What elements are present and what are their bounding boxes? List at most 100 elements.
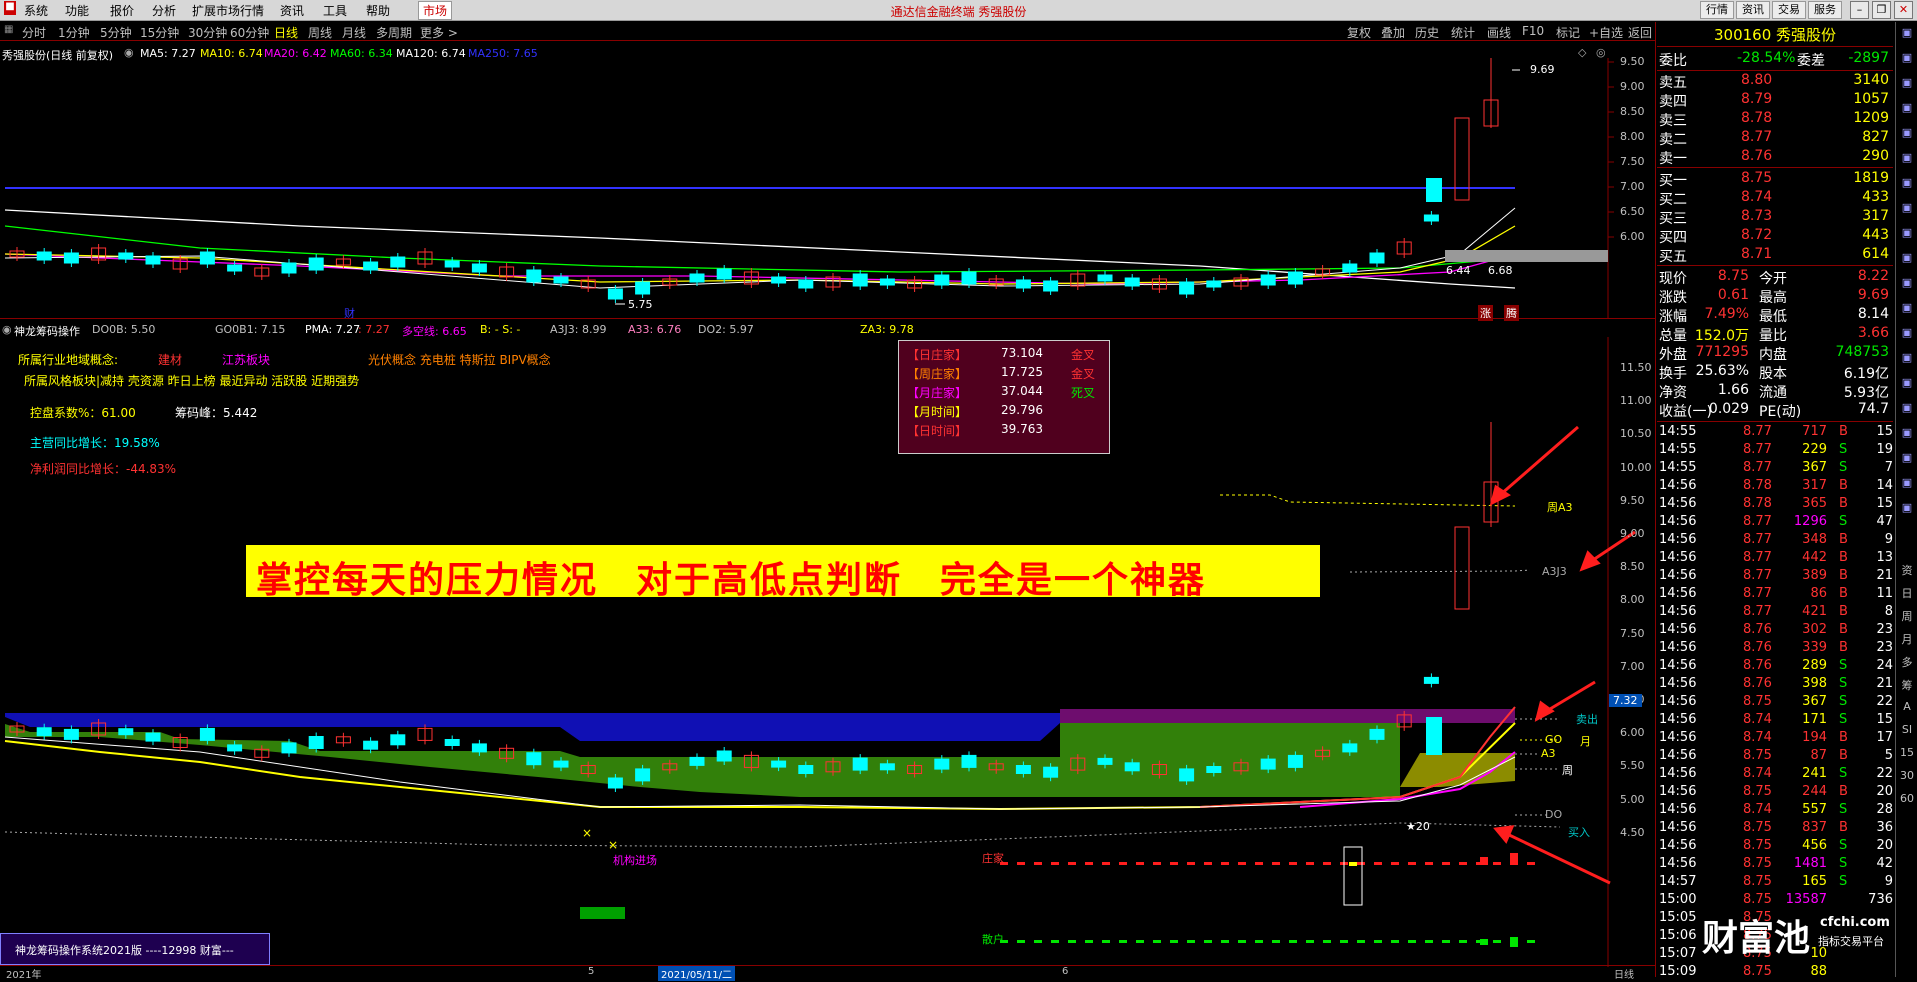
sidebar-tab[interactable]: SI	[1899, 723, 1915, 736]
go-label: GO	[1545, 733, 1563, 746]
dealer-signal: 死叉	[1071, 386, 1096, 400]
period-weekly[interactable]: 周线	[308, 24, 332, 41]
sidebar-tab[interactable]: 60	[1899, 792, 1915, 805]
overlay-button[interactable]: 叠加	[1381, 24, 1405, 41]
sidebar-tool-icon[interactable]: ▣	[1899, 76, 1915, 89]
sidebar-tool-icon[interactable]: ▣	[1899, 176, 1915, 189]
tick-price: 8.74	[1743, 730, 1772, 745]
sidebar-tool-icon[interactable]: ▣	[1899, 226, 1915, 239]
menu-analysis[interactable]: 分析	[152, 2, 176, 19]
tick-time: 14:56	[1659, 748, 1697, 763]
sidebar-tool-icon[interactable]: ▣	[1899, 476, 1915, 489]
add-watchlist-button[interactable]: +自选	[1589, 24, 1623, 41]
period-1min[interactable]: 1分钟	[58, 24, 90, 41]
dealer-dash	[1425, 862, 1433, 865]
close-icon[interactable]: ✕	[1894, 1, 1913, 19]
tick-price: 8.77	[1743, 604, 1772, 619]
quote-button[interactable]: 行情	[1700, 1, 1734, 19]
mark-button[interactable]: 标记	[1556, 24, 1580, 41]
dealer-dash	[1221, 862, 1229, 865]
tick-volume: 87	[1810, 748, 1827, 763]
dealer-dash	[1306, 862, 1314, 865]
menu-function[interactable]: 功能	[65, 2, 89, 19]
period-more[interactable]: 更多 >	[420, 24, 458, 41]
history-button[interactable]: 历史	[1415, 24, 1439, 41]
sidebar-tool-icon[interactable]: ▣	[1899, 376, 1915, 389]
sidebar-tool-icon[interactable]: ▣	[1899, 151, 1915, 164]
back-button[interactable]: 返回	[1628, 24, 1652, 41]
menu-quote[interactable]: 报价	[110, 2, 134, 19]
style-line: 所属风格板块|减持 壳资源 昨日上榜 最近异动 活跃股 近期强势	[24, 374, 360, 388]
sidebar-tool-icon[interactable]: ▣	[1899, 501, 1915, 514]
sidebar-tool-icon[interactable]: ▣	[1899, 26, 1915, 39]
period-5min[interactable]: 5分钟	[100, 24, 132, 41]
tick-row: 14:57 8.75 165 S 9	[1659, 874, 1895, 892]
sidebar-tool-icon[interactable]: ▣	[1899, 251, 1915, 264]
sidebar-tab[interactable]: 日	[1899, 585, 1915, 601]
adjust-button[interactable]: 复权	[1347, 24, 1371, 41]
x-axis-start: 2021年	[6, 970, 42, 981]
tick-volume: 421	[1802, 604, 1827, 619]
sidebar-tool-icon[interactable]: ▣	[1899, 451, 1915, 464]
sidebar-tab[interactable]: 多	[1899, 654, 1915, 670]
dealer-dash	[1204, 862, 1212, 865]
dealer-dash	[1102, 862, 1110, 865]
menu-market[interactable]: 市场	[418, 1, 453, 20]
sidebar-tab[interactable]: 资	[1899, 562, 1915, 578]
service-button[interactable]: 服务	[1808, 1, 1842, 19]
menu-news[interactable]: 资讯	[280, 2, 304, 19]
sidebar-tool-icon[interactable]: ▣	[1899, 201, 1915, 214]
stats-button[interactable]: 统计	[1451, 24, 1475, 41]
sidebar-tool-icon[interactable]: ▣	[1899, 301, 1915, 314]
menu-help[interactable]: 帮助	[366, 2, 390, 19]
dealer-key: 【日时间】	[907, 424, 968, 438]
a3-label: A3	[1541, 747, 1556, 760]
sidebar-tab[interactable]: 30	[1899, 769, 1915, 782]
tick-price: 8.77	[1743, 442, 1772, 457]
tick-count: 19	[1876, 442, 1893, 457]
period-15min[interactable]: 15分钟	[140, 24, 179, 41]
sidebar-tool-icon[interactable]: ▣	[1899, 401, 1915, 414]
a3j3-value: A3J3: 8.99	[550, 323, 607, 336]
tick-side: B	[1839, 820, 1848, 835]
app-logo-icon[interactable]: ■	[4, 1, 16, 15]
tick-count: 23	[1876, 640, 1893, 655]
f10-button[interactable]: F10	[1522, 24, 1544, 38]
tick-row: 14:56 8.78 365 B 15	[1659, 496, 1895, 514]
tick-volume: 86	[1810, 586, 1827, 601]
sidebar-tab[interactable]: 周	[1899, 608, 1915, 624]
tick-row: 14:56 8.75 1481 S 42	[1659, 856, 1895, 874]
sidebar-tool-icon[interactable]: ▣	[1899, 51, 1915, 64]
period-30min[interactable]: 30分钟	[188, 24, 227, 41]
sidebar-tab[interactable]: 月	[1899, 631, 1915, 647]
sidebar-tool-icon[interactable]: ▣	[1899, 426, 1915, 439]
x-axis-tick-1: 5	[588, 966, 595, 977]
sidebar-tab[interactable]: 15	[1899, 746, 1915, 759]
menu-extended-market[interactable]: 扩展市场行情	[192, 2, 264, 19]
menu-tools[interactable]: 工具	[323, 2, 347, 19]
level-volume: 1057	[1853, 91, 1889, 107]
indicator-tick: 8.50	[1620, 560, 1645, 574]
tick-time: 15:00	[1659, 892, 1697, 907]
grid-icon[interactable]: ▦	[4, 24, 13, 35]
sidebar-tool-icon[interactable]: ▣	[1899, 101, 1915, 114]
period-multi[interactable]: 多周期	[376, 24, 412, 41]
indicator-settings-icon[interactable]: ◉	[2, 323, 12, 336]
draw-button[interactable]: 画线	[1487, 24, 1511, 41]
sidebar-tool-icon[interactable]: ▣	[1899, 126, 1915, 139]
sidebar-tool-icon[interactable]: ▣	[1899, 276, 1915, 289]
period-60min[interactable]: 60分钟	[230, 24, 269, 41]
period-monthly[interactable]: 月线	[342, 24, 366, 41]
trade-button[interactable]: 交易	[1772, 1, 1806, 19]
period-intraday[interactable]: 分时	[22, 24, 46, 41]
tick-time: 14:56	[1659, 856, 1697, 871]
minimize-icon[interactable]: –	[1850, 1, 1869, 19]
period-daily[interactable]: 日线	[274, 24, 298, 41]
sidebar-tool-icon[interactable]: ▣	[1899, 326, 1915, 339]
news-button[interactable]: 资讯	[1736, 1, 1770, 19]
sidebar-tab[interactable]: A	[1899, 700, 1915, 713]
menu-system[interactable]: 系统	[24, 2, 48, 19]
sidebar-tab[interactable]: 筹	[1899, 677, 1915, 693]
sidebar-tool-icon[interactable]: ▣	[1899, 351, 1915, 364]
restore-icon[interactable]: ❐	[1872, 1, 1891, 19]
